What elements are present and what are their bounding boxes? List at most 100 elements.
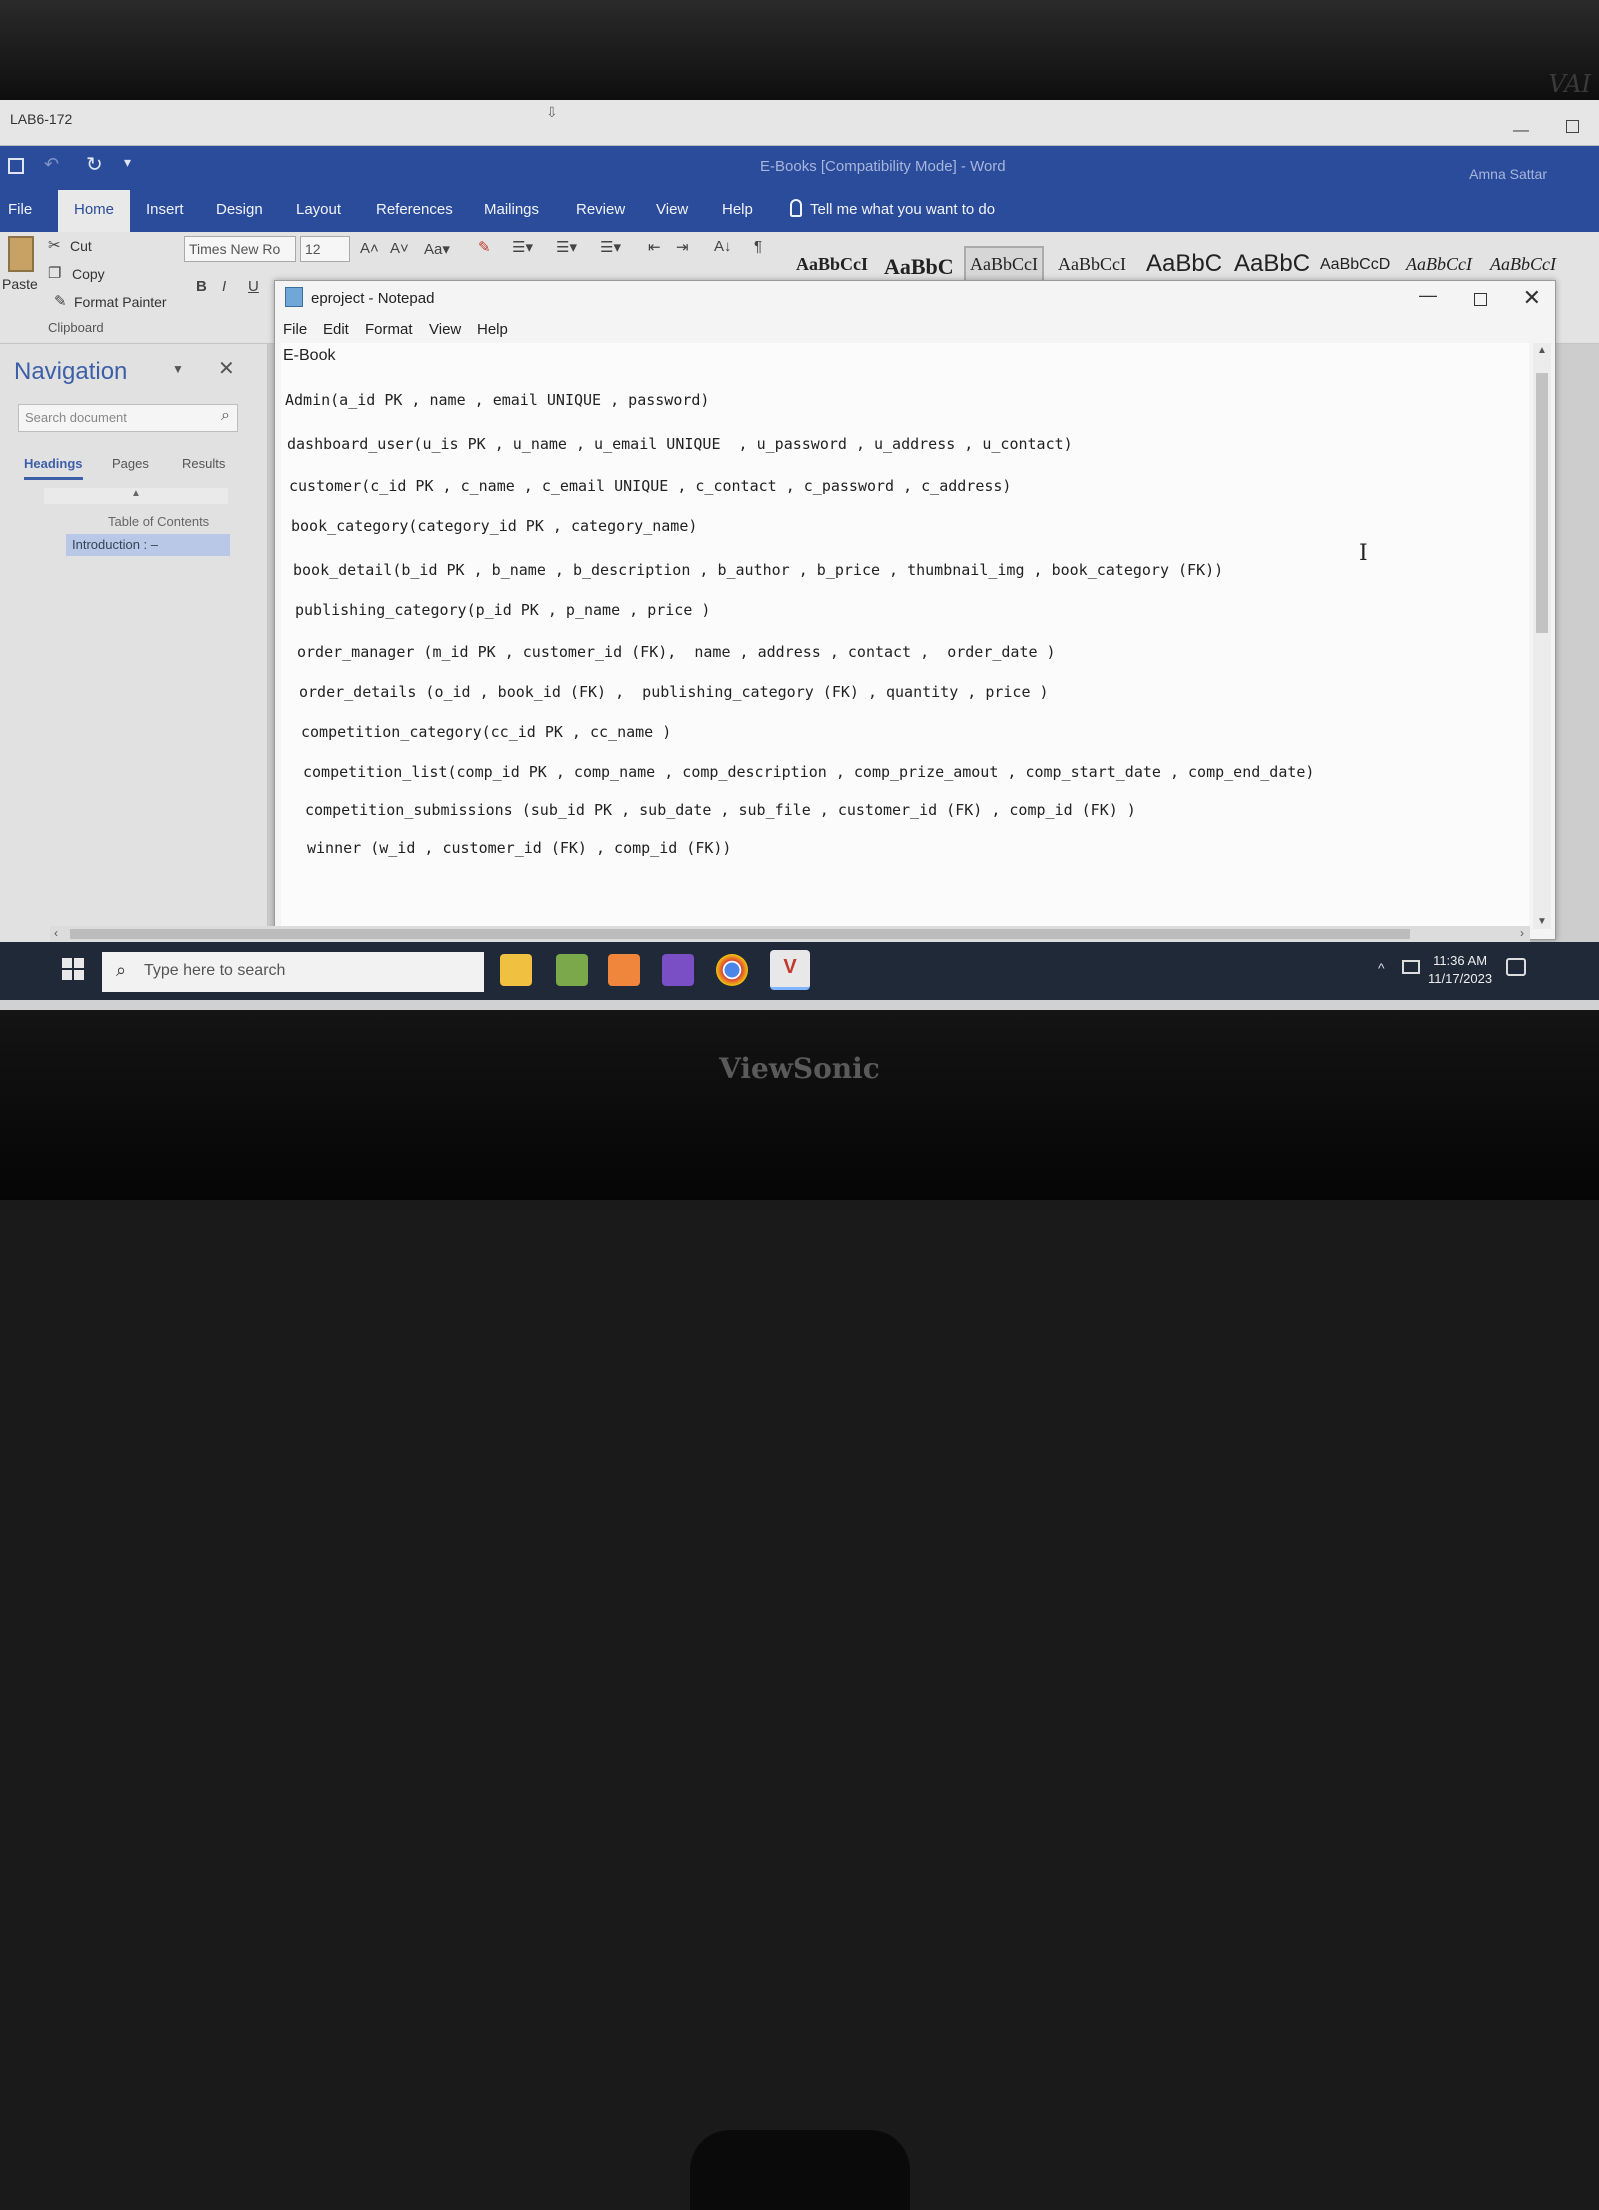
paste-button-label[interactable]: Paste: [2, 276, 38, 292]
paste-icon[interactable]: [8, 236, 34, 272]
taskbar-search-input[interactable]: ⌕ Type here to search: [102, 952, 484, 992]
tab-file[interactable]: File: [8, 201, 32, 218]
close-icon[interactable]: ✕: [1523, 285, 1541, 311]
windows-start-icon[interactable]: [62, 958, 84, 980]
menu-file[interactable]: File: [283, 321, 307, 338]
italic-icon[interactable]: I: [222, 278, 226, 295]
menu-help[interactable]: Help: [477, 321, 508, 338]
scrollbar-thumb[interactable]: [1536, 373, 1548, 633]
collapse-all-icon[interactable]: ▲: [44, 488, 228, 504]
underline-icon[interactable]: U: [248, 278, 259, 295]
horizontal-scrollbar[interactable]: ‹ ›: [50, 926, 1530, 942]
heading-item-selected[interactable]: Introduction : –: [66, 534, 230, 556]
clock-date: 11/17/2023: [1428, 971, 1493, 986]
save-icon[interactable]: [8, 158, 24, 174]
network-icon[interactable]: [1402, 960, 1420, 974]
clear-formatting-icon[interactable]: ✎: [478, 238, 491, 256]
remote-session-bar: LAB6-172 ⇩ —: [0, 100, 1599, 146]
scroll-left-icon[interactable]: ‹: [54, 926, 58, 940]
snipping-tool-icon[interactable]: [556, 954, 588, 986]
redo-icon[interactable]: ↻: [86, 152, 103, 177]
notepad-text-area[interactable]: E-Book Admin(a_id PK , name , email UNIQ…: [281, 343, 1529, 929]
navigation-title: Navigation: [14, 358, 128, 385]
grow-font-icon[interactable]: A˄: [360, 240, 379, 257]
style-sample[interactable]: AaBbCcD: [1320, 256, 1390, 274]
active-app-icon[interactable]: V: [770, 950, 810, 990]
clipboard-group-label: Clipboard: [48, 320, 104, 335]
style-sample[interactable]: AaBbC: [1234, 250, 1310, 278]
tab-review[interactable]: Review: [576, 201, 625, 218]
style-sample-selected[interactable]: AaBbCcI: [964, 246, 1044, 283]
undo-icon[interactable]: ↶: [44, 154, 59, 175]
notification-icon[interactable]: [1506, 958, 1526, 976]
change-case-icon[interactable]: Aa▾: [424, 240, 450, 258]
nav-tab-results[interactable]: Results: [182, 456, 225, 471]
text-line: order_manager (m_id PK , customer_id (FK…: [297, 643, 1056, 661]
notepad-title: eproject - Notepad: [311, 290, 435, 307]
cut-button[interactable]: Cut: [70, 238, 92, 254]
taskbar-search-placeholder: Type here to search: [144, 962, 286, 979]
show-hidden-icons-icon[interactable]: ^: [1378, 960, 1385, 976]
nav-tab-headings[interactable]: Headings: [24, 456, 83, 480]
sort-icon[interactable]: A↓: [714, 238, 732, 255]
maximize-icon[interactable]: [1566, 120, 1579, 133]
chevron-down-icon[interactable]: ▼: [172, 362, 184, 376]
style-sample[interactable]: AaBbCcI: [1058, 254, 1126, 275]
style-sample[interactable]: AaBbC: [1146, 250, 1222, 278]
user-name[interactable]: Amna Sattar: [1469, 166, 1547, 182]
vertical-scrollbar[interactable]: ▲ ▼: [1533, 343, 1551, 929]
bullets-icon[interactable]: ☰▾: [512, 238, 533, 256]
close-icon[interactable]: ✕: [218, 356, 235, 381]
minimize-icon[interactable]: —: [1513, 122, 1529, 140]
tab-help[interactable]: Help: [722, 201, 753, 218]
ribbon-tabs: File Home Insert Design Layout Reference…: [0, 190, 1599, 232]
tab-design[interactable]: Design: [216, 201, 263, 218]
file-explorer-icon[interactable]: [500, 954, 532, 986]
notepad-window: eproject - Notepad — ✕ File Edit Format …: [274, 280, 1556, 940]
menu-view[interactable]: View: [429, 321, 461, 338]
style-sample[interactable]: AaBbCcI: [796, 254, 868, 275]
copy-button[interactable]: Copy: [72, 266, 105, 282]
tab-insert[interactable]: Insert: [146, 201, 184, 218]
numbering-icon[interactable]: ☰▾: [556, 238, 577, 256]
style-sample[interactable]: AaBbC: [884, 254, 954, 280]
tell-me-search[interactable]: Tell me what you want to do: [810, 201, 995, 218]
clock[interactable]: 11:36 AM 11/17/2023: [1428, 952, 1492, 988]
scroll-right-icon[interactable]: ›: [1520, 926, 1524, 940]
visual-studio-icon[interactable]: [662, 954, 694, 986]
tab-references[interactable]: References: [376, 201, 453, 218]
multilevel-list-icon[interactable]: ☰▾: [600, 238, 621, 256]
nav-tab-pages[interactable]: Pages: [112, 456, 149, 471]
scrollbar-thumb[interactable]: [70, 929, 1410, 939]
shrink-font-icon[interactable]: A˅: [390, 240, 409, 257]
tab-layout[interactable]: Layout: [296, 201, 341, 218]
search-document-input[interactable]: Search document ⌕: [18, 404, 238, 432]
tab-home[interactable]: Home: [58, 190, 130, 232]
search-icon[interactable]: ⌕: [221, 407, 230, 425]
style-sample[interactable]: AaBbCcI: [1490, 254, 1556, 275]
chrome-icon[interactable]: [716, 954, 748, 986]
pilcrow-icon[interactable]: ¶: [754, 238, 762, 255]
pin-icon[interactable]: ⇩: [546, 104, 558, 121]
text-line: dashboard_user(u_is PK , u_name , u_emai…: [287, 435, 1073, 453]
customize-toolbar-icon[interactable]: ▾: [124, 154, 131, 171]
font-size-select[interactable]: 12: [300, 236, 350, 262]
scroll-up-icon[interactable]: ▲: [1537, 345, 1547, 356]
scroll-down-icon[interactable]: ▼: [1537, 916, 1547, 927]
minimize-icon[interactable]: —: [1419, 285, 1437, 306]
decrease-indent-icon[interactable]: ⇤: [648, 238, 661, 256]
tab-mailings[interactable]: Mailings: [484, 201, 539, 218]
notepad-title-bar[interactable]: eproject - Notepad — ✕: [275, 281, 1555, 315]
xampp-icon[interactable]: [608, 954, 640, 986]
menu-edit[interactable]: Edit: [323, 321, 349, 338]
format-painter-button[interactable]: Format Painter: [74, 294, 167, 310]
increase-indent-icon[interactable]: ⇥: [676, 238, 689, 256]
text-line: competition_list(comp_id PK , comp_name …: [303, 763, 1315, 781]
heading-item[interactable]: Table of Contents: [108, 514, 209, 529]
tab-view[interactable]: View: [656, 201, 688, 218]
font-name-select[interactable]: Times New Ro: [184, 236, 296, 262]
maximize-icon[interactable]: [1474, 293, 1487, 306]
bold-icon[interactable]: B: [196, 278, 207, 295]
style-sample[interactable]: AaBbCcI: [1406, 254, 1472, 275]
menu-format[interactable]: Format: [365, 321, 413, 338]
